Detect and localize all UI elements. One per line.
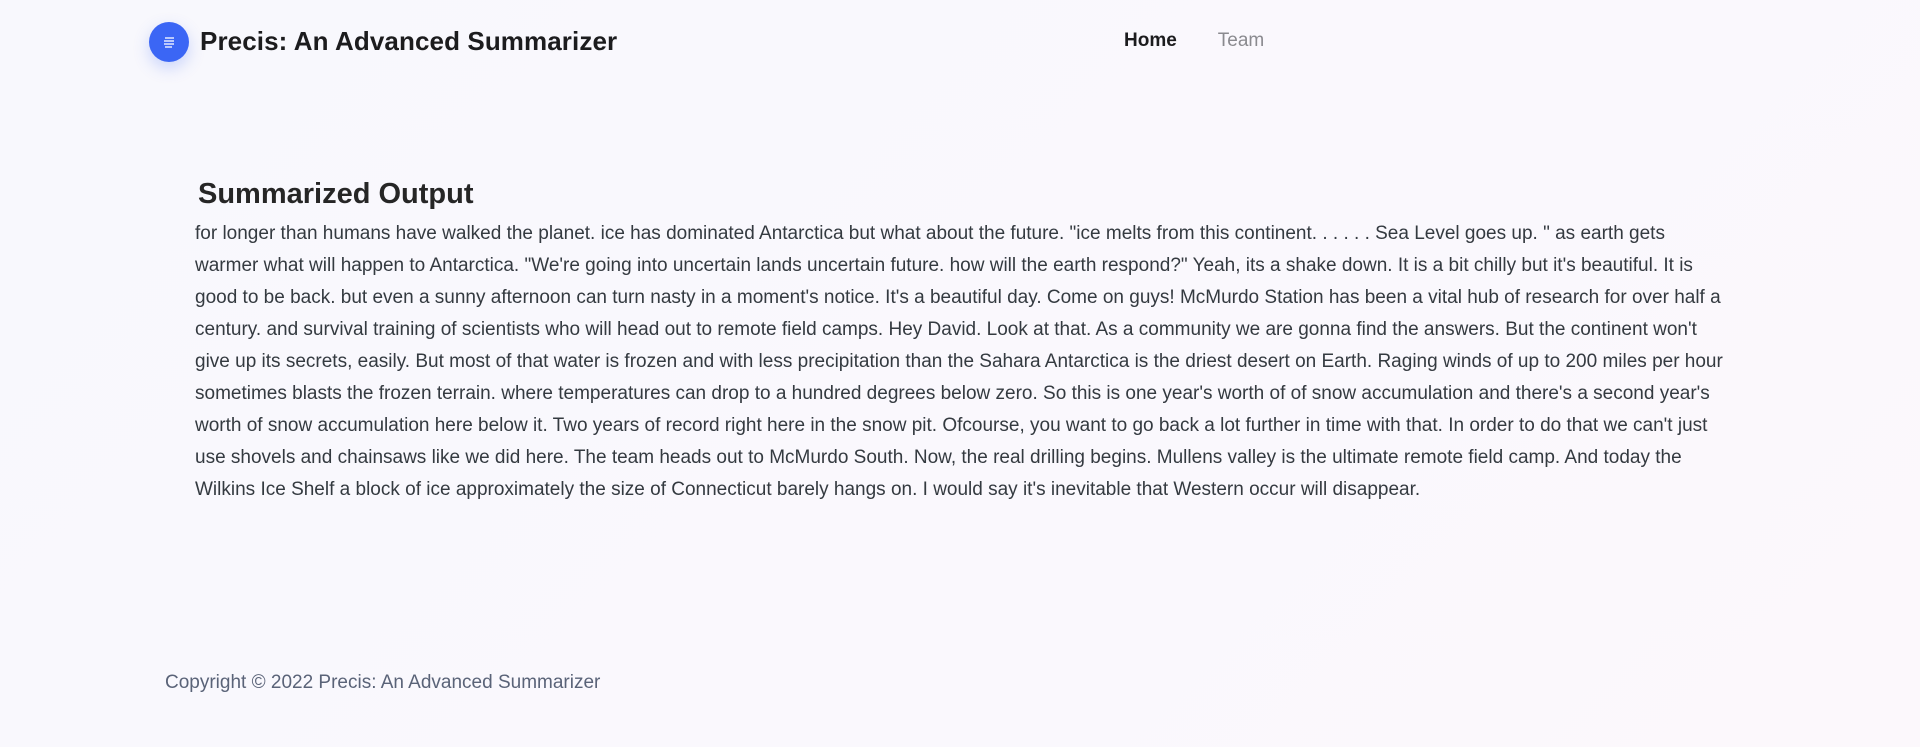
brand-title[interactable]: Precis: An Advanced Summarizer — [200, 26, 617, 57]
main-nav: Home Team — [1124, 30, 1264, 52]
nav-home[interactable]: Home — [1124, 30, 1177, 52]
logo[interactable] — [149, 22, 189, 62]
footer-copyright: Copyright © 2022 Precis: An Advanced Sum… — [165, 672, 601, 693]
page-title: Summarized Output — [198, 178, 474, 210]
nav-team[interactable]: Team — [1218, 30, 1264, 52]
summary-text: for longer than humans have walked the p… — [195, 223, 1723, 500]
site-header: Precis: An Advanced Summarizer Home Team — [0, 0, 1920, 84]
text-lines-icon — [164, 37, 174, 48]
